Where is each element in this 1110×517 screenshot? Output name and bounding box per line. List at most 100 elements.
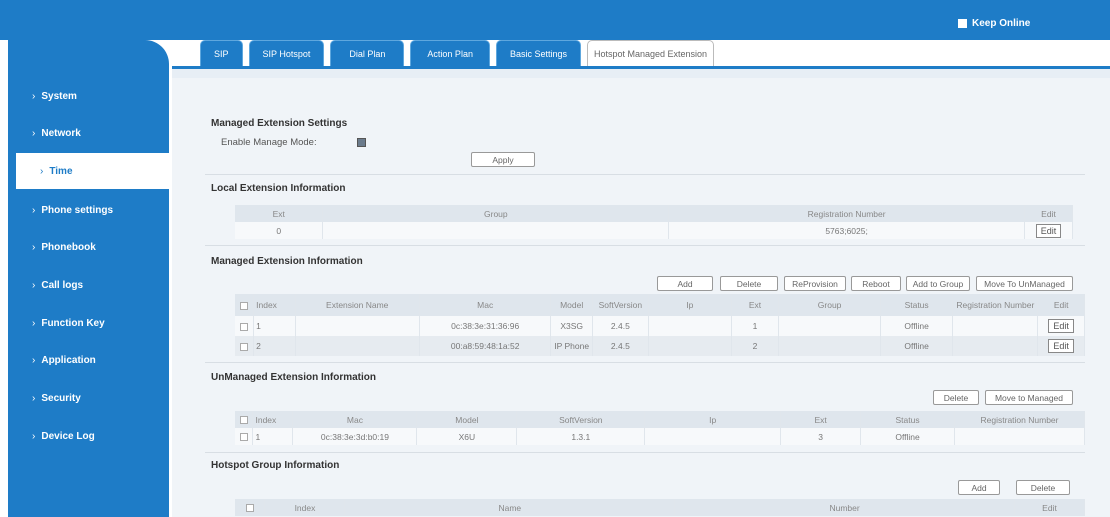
mac-cell: 00:a8:59:48:1a:52 [419,336,552,356]
column-header: Status [860,411,956,428]
name-cell [295,316,420,336]
registration-cell [952,336,1039,356]
delete-button[interactable]: Delete [933,390,979,405]
divider [205,452,1085,453]
divider [205,245,1085,246]
chevron-right-icon: › [32,241,36,253]
mac-cell: 0c:38:3e:31:36:96 [419,316,552,336]
divider [205,174,1085,175]
column-header: Group [322,205,670,222]
ext-cell: 0 [235,222,324,239]
sidebar-item-network[interactable]: › Network [8,115,169,151]
local-extension-title: Local Extension Information [211,183,346,194]
select-all-checkbox[interactable] [239,416,248,425]
sidebar-item-call-logs[interactable]: › Call logs [8,267,169,303]
mac-cell: 0c:38:3e:3d:b0:19 [292,428,418,445]
select-all-checkbox[interactable] [240,301,249,310]
reboot-button[interactable]: Reboot [851,276,901,291]
add-button[interactable]: Add [958,480,1000,495]
add-to-group-button[interactable]: Add to Group [906,276,970,291]
sidebar-item-label: Application [41,354,96,366]
model-cell: IP Phone [550,336,593,356]
local-extension-table: Ext Group Registration Number Edit 0 576… [235,205,1074,239]
keep-online-toggle[interactable]: Keep Online [958,18,1030,29]
managed-settings-title: Managed Extension Settings [211,118,348,129]
enable-manage-mode-label: Enable Manage Mode: [221,137,317,148]
delete-button[interactable]: Delete [1016,480,1070,495]
column-header: Group [778,294,881,316]
enable-manage-mode-checkbox[interactable] [357,138,366,147]
version-cell: 2.4.5 [592,316,649,336]
chevron-right-icon: › [32,392,36,404]
registration-cell: 5763;6025; [668,222,1025,239]
table-row: 0 5763;6025; Edit [235,222,1074,239]
column-header: Ext [731,294,780,316]
delete-button[interactable]: Delete [720,276,778,291]
column-header: Index [253,294,296,316]
column-header: Ip [644,411,782,428]
sidebar-item-label: Time [49,165,73,177]
sidebar-item-label: System [41,90,77,102]
ip-cell [648,336,732,356]
sidebar-item-device-log[interactable]: › Device Log [8,418,169,454]
sidebar-item-system[interactable]: › System [8,78,169,114]
row-checkbox[interactable] [239,433,248,442]
registration-cell [954,428,1085,445]
keep-online-checkbox[interactable] [958,19,967,28]
index-cell: 1 [253,316,296,336]
edit-button[interactable]: Edit [1035,223,1062,238]
chevron-right-icon: › [32,204,36,216]
column-header: Index [264,499,346,516]
ext-cell: 2 [731,336,780,356]
tab-basic-settings[interactable]: Basic Settings [495,40,581,67]
move-to-managed-button[interactable]: Move to Managed [985,390,1073,405]
row-checkbox[interactable] [240,342,249,351]
sidebar-item-label: Call logs [41,279,84,291]
table-row[interactable]: 1 0c:38:3e:31:36:96 X3SG 2.4.5 1 Offline… [235,316,1085,336]
sidebar-item-time[interactable]: › Time [16,153,169,189]
apply-button[interactable]: Apply [471,152,535,167]
column-header: Extension Name [295,294,420,316]
tab-dial-plan[interactable]: Dial Plan [330,40,405,67]
column-header: Index [252,411,294,428]
column-header: Edit [1037,294,1085,316]
sidebar-item-label: Phonebook [41,241,96,253]
sidebar-item-label: Phone settings [41,204,114,216]
managed-extension-table: Index Extension Name Mac Model SoftVersi… [235,294,1085,356]
row-checkbox[interactable] [240,322,249,331]
group-cell [778,336,881,356]
divider [205,362,1085,363]
table-row[interactable]: 2 00:a8:59:48:1a:52 IP Phone 2.4.5 2 Off… [235,336,1085,356]
tab-sip[interactable]: SIP [200,40,243,67]
sidebar-item-application[interactable]: › Application [8,342,169,378]
add-button[interactable]: Add [657,276,713,291]
edit-button[interactable]: Edit [1048,319,1074,333]
sidebar-item-phonebook[interactable]: › Phonebook [8,229,169,265]
model-cell: X6U [416,428,518,445]
select-all-checkbox[interactable] [245,504,254,513]
unmanaged-extension-title: UnManaged Extension Information [211,372,377,383]
group-cell [778,316,881,336]
column-header: SoftVersion [516,411,646,428]
chevron-right-icon: › [32,317,36,329]
keep-online-label: Keep Online [972,18,1031,29]
tab-action-plan[interactable]: Action Plan [410,40,490,67]
tab-hotspot-managed-extension[interactable]: Hotspot Managed Extension [586,40,715,67]
tab-sip-hotspot[interactable]: SIP Hotspot [248,40,325,67]
managed-extension-title: Managed Extension Information [211,256,363,267]
column-header: Registration Number [954,411,1085,428]
edit-button[interactable]: Edit [1048,339,1074,353]
sidebar-item-phone-settings[interactable]: › Phone settings [8,192,169,228]
sidebar-item-security[interactable]: › Security [8,380,169,416]
sidebar: › System › Network › Time › Phone settings ›… [8,40,169,517]
sidebar-item-function-key[interactable]: › Function Key [8,305,169,341]
reprovision-button[interactable]: ReProvision [784,276,846,291]
table-row[interactable]: 1 0c:38:3e:3d:b0:19 X6U 1.3.1 3 Offline [235,428,1085,445]
index-cell: 2 [253,336,296,356]
chevron-right-icon: › [32,90,36,102]
ext-cell: 3 [780,428,862,445]
sidebar-item-label: Network [41,127,81,139]
status-cell: Offline [880,336,954,356]
chevron-right-icon: › [32,279,36,291]
move-to-unmanaged-button[interactable]: Move To UnManaged [976,276,1073,291]
